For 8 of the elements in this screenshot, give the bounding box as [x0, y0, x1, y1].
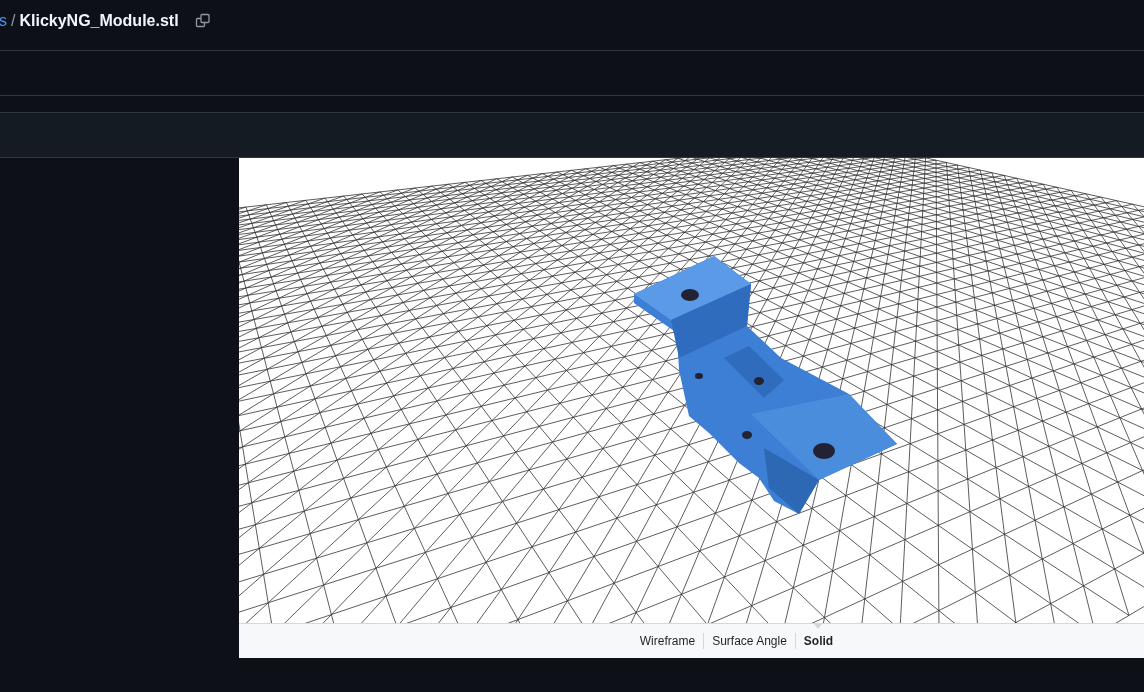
breadcrumb-link[interactable]: s [0, 12, 7, 30]
file-name: KlickyNG_Module.stl [19, 12, 179, 30]
view-mode-tab[interactable]: Surface Angle [703, 633, 795, 649]
copy-icon[interactable] [194, 13, 211, 29]
breadcrumb-separator: / [11, 12, 16, 30]
grid-drawing[interactable] [239, 158, 1144, 623]
view-mode-tab[interactable]: Solid [794, 633, 842, 649]
view-mode-tab[interactable]: Wireframe [631, 633, 704, 649]
